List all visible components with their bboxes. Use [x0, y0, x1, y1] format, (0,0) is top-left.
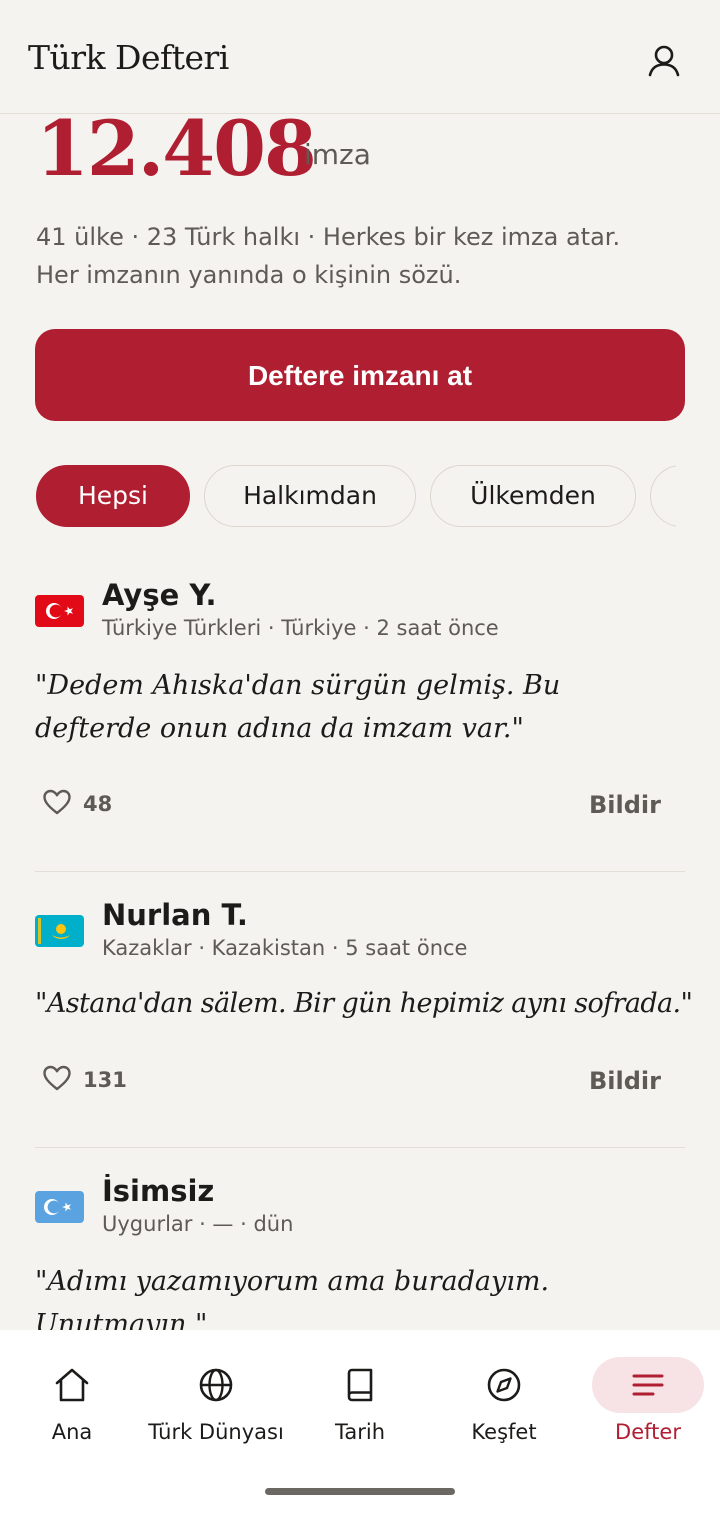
nav-item-history[interactable]: Tarih — [288, 1330, 432, 1470]
signer-meta: Uygurlar · — · dün — [102, 1212, 294, 1236]
summary-line-1: 41 ülke · 23 Türk halkı · Herkes bir kez… — [36, 223, 621, 251]
signer-meta: Kazaklar · Kazakistan · 5 saat önce — [102, 936, 468, 960]
signer-name: Nurlan T. — [102, 898, 248, 932]
nav-item-notebook[interactable]: Defter — [576, 1330, 720, 1470]
report-button[interactable]: Bildir — [589, 1067, 661, 1095]
top-app-bar: Türk Defteri — [0, 0, 720, 114]
like-button[interactable]: 48 — [41, 786, 151, 826]
signature-count: 12.408 imza — [36, 104, 686, 194]
summary-text: 41 ülke · 23 Türk halkı · Herkes bir kez… — [36, 218, 686, 294]
globe-icon — [199, 1368, 233, 1402]
heart-icon — [43, 1065, 71, 1091]
nav-label: Tarih — [335, 1420, 385, 1444]
app-title: Türk Defteri — [28, 38, 229, 77]
nav-label: Keşfet — [471, 1420, 537, 1444]
signer-name: İsimsiz — [102, 1174, 215, 1208]
signer-quote: "Dedem Ahıska'dan sürgün gelmiş. Bu deft… — [35, 670, 561, 744]
signature-entry: İsimsiz Uygurlar · — · dün "Adımı yazamı… — [35, 1174, 685, 1330]
home-indicator — [265, 1488, 455, 1495]
nav-label: Ana — [51, 1420, 93, 1444]
nav-label: Türk Dünyası — [148, 1420, 284, 1444]
home-icon — [55, 1368, 89, 1402]
notebook-lines-icon — [632, 1374, 664, 1396]
signer-name: Ayşe Y. — [102, 578, 217, 612]
bottom-navigation: Ana Türk Dünyası Tarih Keşfet Defter — [0, 1330, 720, 1513]
signer-quote: "Astana'dan sälem. Bir gün hepimiz aynı … — [35, 988, 693, 1019]
entry-divider — [35, 871, 685, 872]
signer-meta: Türkiye Türkleri · Türkiye · 2 saat önce — [102, 616, 499, 640]
kazakhstan-flag-icon — [35, 915, 84, 947]
signature-entry: Nurlan T. Kazaklar · Kazakistan · 5 saat… — [35, 898, 693, 1118]
nav-item-home[interactable]: Ana — [0, 1330, 144, 1470]
like-button[interactable]: 131 — [41, 1062, 151, 1102]
filter-chip-all[interactable]: Hepsi — [36, 465, 190, 527]
filter-chip-my-country[interactable]: Ülkemden — [430, 465, 636, 527]
nav-item-turkic-world[interactable]: Türk Dünyası — [144, 1330, 288, 1470]
turkey-flag-icon — [35, 595, 84, 627]
signature-entry: Ayşe Y. Türkiye Türkleri · Türkiye · 2 s… — [35, 578, 685, 838]
heart-icon — [43, 789, 71, 815]
like-count: 48 — [83, 792, 113, 816]
east-turkestan-flag-icon — [35, 1191, 84, 1223]
filter-chip-more[interactable] — [650, 465, 676, 527]
sign-book-button[interactable]: Deftere imzanı at — [35, 329, 685, 421]
filter-chips: Hepsi Halkımdan Ülkemden — [0, 465, 720, 529]
signature-count-number: 12.408 — [36, 104, 317, 193]
signature-count-unit: imza — [304, 138, 371, 171]
user-icon — [648, 45, 680, 77]
filter-chip-my-people[interactable]: Halkımdan — [204, 465, 416, 527]
filter-chips-scroll[interactable]: Hepsi Halkımdan Ülkemden — [36, 465, 676, 529]
profile-button[interactable] — [640, 38, 688, 86]
like-count: 131 — [83, 1068, 127, 1092]
entry-divider — [35, 1147, 685, 1148]
nav-item-explore[interactable]: Keşfet — [432, 1330, 576, 1470]
summary-line-2: Her imzanın yanında o kişinin sözü. — [36, 261, 462, 289]
report-button[interactable]: Bildir — [589, 791, 661, 819]
book-icon — [347, 1368, 373, 1402]
compass-icon — [487, 1368, 521, 1402]
signer-quote: "Adımı yazamıyorum ama buradayım. Unutma… — [35, 1266, 550, 1330]
nav-label: Defter — [615, 1420, 681, 1444]
